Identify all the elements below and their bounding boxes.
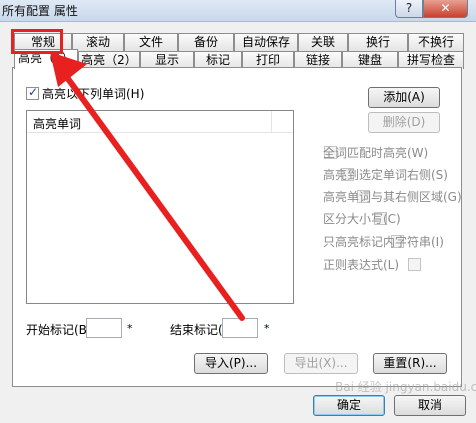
annotation-arrow-shaft bbox=[63, 73, 245, 321]
annotation-arrow bbox=[50, 52, 245, 321]
